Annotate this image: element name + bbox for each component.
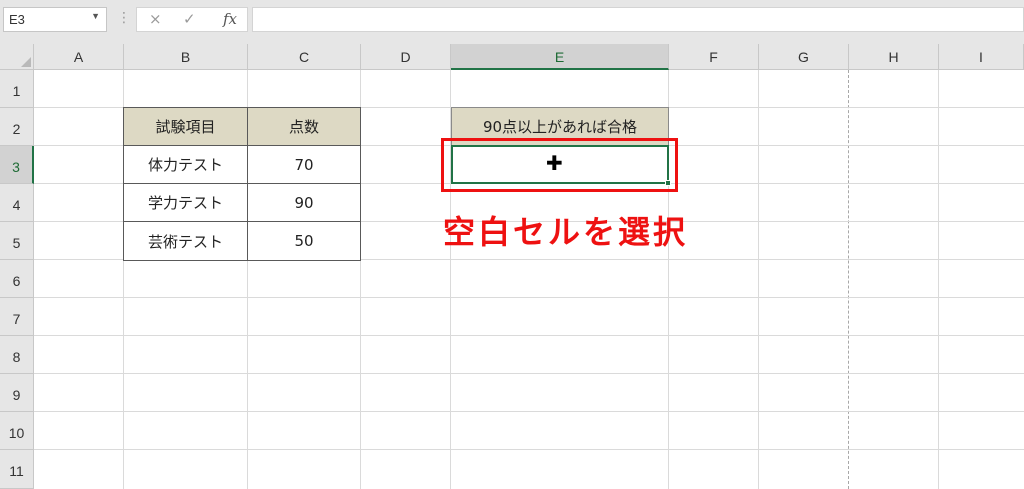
column-header-d[interactable]: D (361, 44, 451, 70)
name-box-value: E3 (9, 12, 25, 27)
gridline (34, 373, 1024, 374)
gridline (758, 70, 759, 489)
enter-check-icon[interactable]: ✓ (183, 10, 196, 28)
cell-c5[interactable]: 50 (247, 221, 361, 261)
row-header-5[interactable]: 5 (0, 222, 34, 260)
row-header-6[interactable]: 6 (0, 260, 34, 298)
row-header-1[interactable]: 1 (0, 70, 34, 108)
row-header-11[interactable]: 11 (0, 450, 34, 489)
row-header-4[interactable]: 4 (0, 184, 34, 222)
row-header-10[interactable]: 10 (0, 412, 34, 450)
column-header-b[interactable]: B (124, 44, 248, 70)
column-header-e[interactable]: E (451, 44, 669, 70)
cell-b4[interactable]: 学力テスト (123, 183, 248, 222)
row-header-8[interactable]: 8 (0, 336, 34, 374)
annotation-label: 空白セルを選択 (443, 213, 689, 251)
gridline (34, 335, 1024, 336)
select-all-button[interactable] (0, 44, 34, 70)
cell-c4[interactable]: 90 (247, 183, 361, 222)
vertical-ellipsis-icon[interactable]: ⋮ (117, 10, 131, 26)
formula-buttons: × ✓ fx (136, 7, 248, 32)
cell-b2[interactable]: 試験項目 (123, 107, 248, 146)
cancel-icon[interactable]: × (149, 10, 162, 28)
page-break-line (848, 70, 849, 489)
formula-input[interactable] (252, 7, 1024, 32)
cell-c3[interactable]: 70 (247, 145, 361, 184)
row-header-2[interactable]: 2 (0, 108, 34, 146)
highlight-box (441, 138, 678, 192)
gridline (34, 449, 1024, 450)
row-header-9[interactable]: 9 (0, 374, 34, 412)
gridline (938, 70, 939, 489)
cell-b3[interactable]: 体力テスト (123, 145, 248, 184)
column-header-i[interactable]: I (939, 44, 1024, 70)
insert-function-icon[interactable]: fx (223, 10, 237, 28)
cell-c2[interactable]: 点数 (247, 107, 361, 146)
row-header-7[interactable]: 7 (0, 298, 34, 336)
gridline (34, 297, 1024, 298)
column-header-g[interactable]: G (759, 44, 849, 70)
cell-b5[interactable]: 芸術テスト (123, 221, 248, 261)
column-header-h[interactable]: H (849, 44, 939, 70)
select-all-triangle-icon (21, 57, 31, 67)
chevron-down-icon[interactable]: ▼ (91, 11, 100, 21)
column-header-f[interactable]: F (669, 44, 759, 70)
column-header-a[interactable]: A (34, 44, 124, 70)
row-header-3[interactable]: 3 (0, 146, 34, 184)
formula-bar: E3 ▼ ⋮ × ✓ fx (0, 0, 1024, 44)
column-header-c[interactable]: C (248, 44, 361, 70)
name-box[interactable]: E3 ▼ (3, 7, 107, 32)
gridline (34, 411, 1024, 412)
